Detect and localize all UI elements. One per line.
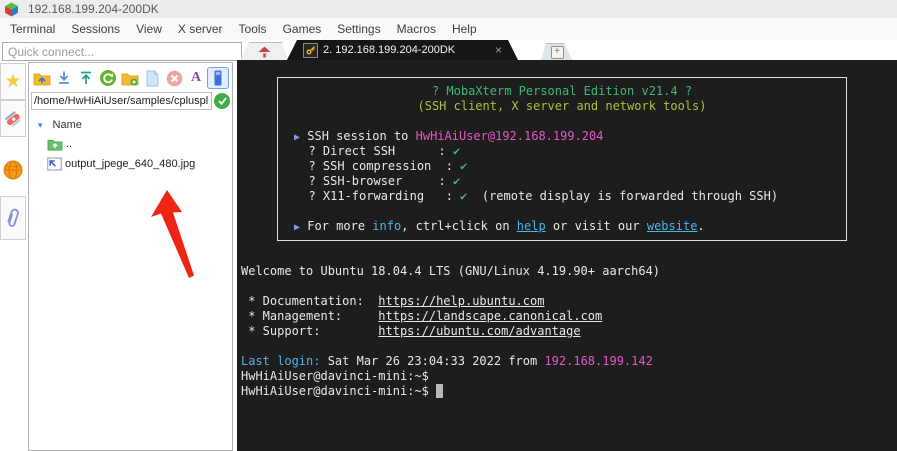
tab-label: 2. 192.168.199.204-200DK [323, 44, 456, 56]
terminal-line: ▶ SSH session to HwHiAiUser@192.168.199.… [294, 129, 604, 143]
refresh-icon [100, 70, 116, 86]
follow-terminal-folder-toggle[interactable] [207, 67, 229, 89]
column-header-name: Name [52, 119, 82, 131]
quick-connect-input[interactable] [2, 42, 242, 61]
terminal-line: Last login: Sat Mar 26 23:04:33 2022 fro… [241, 354, 653, 368]
delete-button[interactable] [164, 68, 184, 88]
remote-path-input[interactable] [31, 92, 212, 110]
sidebar-item-sessions[interactable]: ★ [0, 63, 26, 100]
paperclip-icon [7, 208, 19, 227]
tab-row: 2. 192.168.199.204-200DK × + [0, 40, 897, 61]
sort-arrow-icon: ▾ [38, 119, 43, 130]
star-icon: ★ [4, 71, 22, 92]
terminal-line: ▶ For more info, ctrl+click on help or v… [294, 219, 705, 233]
window-title: 192.168.199.204-200DK [28, 2, 159, 16]
terminal-line: ? Direct SSH : ✔ [294, 144, 461, 158]
upload-icon [81, 71, 91, 84]
menu-view[interactable]: View [128, 22, 170, 36]
menu-x-server[interactable]: X server [170, 22, 231, 36]
go-confirm-button[interactable] [214, 93, 230, 109]
terminal-line: ? X11-forwarding : ✔ (remote display is … [294, 189, 779, 203]
rename-icon: A [190, 70, 202, 85]
menu-games[interactable]: Games [275, 22, 330, 36]
left-sidebar: ★ [0, 62, 27, 451]
menu-terminal[interactable]: Terminal [2, 22, 63, 36]
file-row-parent[interactable]: .. [29, 137, 232, 151]
terminal-line: HwHiAiUser@davinci-mini:~$ [241, 369, 429, 383]
menu-tools[interactable]: Tools [231, 22, 275, 36]
image-file-icon [47, 157, 62, 171]
plus-icon: + [551, 46, 564, 59]
rename-button[interactable]: A [186, 68, 206, 88]
new-folder-icon [121, 73, 139, 86]
terminal-line: * Support: https://ubuntu.com/advantage [241, 324, 581, 338]
menu-sessions[interactable]: Sessions [63, 22, 128, 36]
home-icon [258, 46, 271, 58]
terminal-line: ? SSH compression : ✔ [294, 159, 468, 173]
menu-macros[interactable]: Macros [389, 22, 444, 36]
file-name: output_jpege_640_480.jpg [65, 158, 196, 170]
follow-terminal-folder-icon [214, 70, 222, 86]
delete-icon [166, 70, 182, 86]
upload-button[interactable] [76, 68, 96, 88]
new-file-icon [146, 70, 158, 86]
terminal-area[interactable]: ? MobaXterm Personal Edition v21.4 ? (SSH… [237, 60, 897, 451]
menu-help[interactable]: Help [444, 22, 485, 36]
tab-home[interactable] [240, 42, 288, 61]
file-list-header[interactable]: ▾ Name [29, 119, 232, 131]
refresh-button[interactable] [98, 68, 118, 88]
file-name: .. [66, 138, 73, 150]
download-button[interactable] [54, 68, 74, 88]
menu-settings[interactable]: Settings [329, 22, 388, 36]
file-toolbar: A [29, 63, 232, 92]
terminal-line: ? MobaXterm Personal Edition v21.4 ? [431, 84, 693, 98]
terminal-output: Welcome to Ubuntu 18.04.4 LTS (GNU/Linux… [241, 249, 897, 399]
path-row [29, 92, 232, 110]
terminal-line: * Management: https://landscape.canonica… [241, 309, 603, 323]
new-tab-button[interactable]: + [541, 43, 573, 61]
swiss-knife-icon [4, 110, 21, 127]
terminal-line: (SSH client, X server and network tools) [417, 99, 707, 113]
file-row-image[interactable]: output_jpege_640_480.jpg [29, 157, 232, 171]
new-file-button[interactable] [142, 68, 162, 88]
check-icon [217, 97, 227, 105]
parent-folder-button[interactable] [32, 68, 52, 88]
globe-icon [3, 160, 23, 180]
window-titlebar: 192.168.199.204-200DK [0, 0, 897, 18]
terminal-line: HwHiAiUser@davinci-mini:~$ [241, 384, 897, 399]
tab-close-icon[interactable]: × [495, 43, 502, 57]
terminal-line: ? SSH-browser : ✔ [294, 174, 461, 188]
tab-active-session[interactable]: 2. 192.168.199.204-200DK × [287, 40, 518, 60]
menu-bar: Terminal Sessions View X server Tools Ga… [0, 18, 897, 40]
sidebar-item-tools[interactable] [0, 100, 26, 137]
key-icon [303, 43, 318, 58]
mobaxterm-logo-icon [5, 2, 18, 16]
terminal-line: Welcome to Ubuntu 18.04.4 LTS (GNU/Linux… [241, 264, 661, 278]
new-folder-button[interactable] [120, 68, 140, 88]
red-arrow-annotation [151, 190, 194, 278]
sidebar-item-web[interactable] [0, 152, 26, 188]
parent-folder-icon [33, 73, 51, 86]
folder-up-icon [47, 139, 63, 151]
mobaxterm-banner-box: ? MobaXterm Personal Edition v21.4 ? (SSH… [277, 77, 847, 241]
sidebar-item-attachments[interactable] [0, 196, 26, 240]
terminal-line: * Documentation: https://help.ubuntu.com [241, 294, 545, 308]
download-icon [59, 71, 69, 84]
